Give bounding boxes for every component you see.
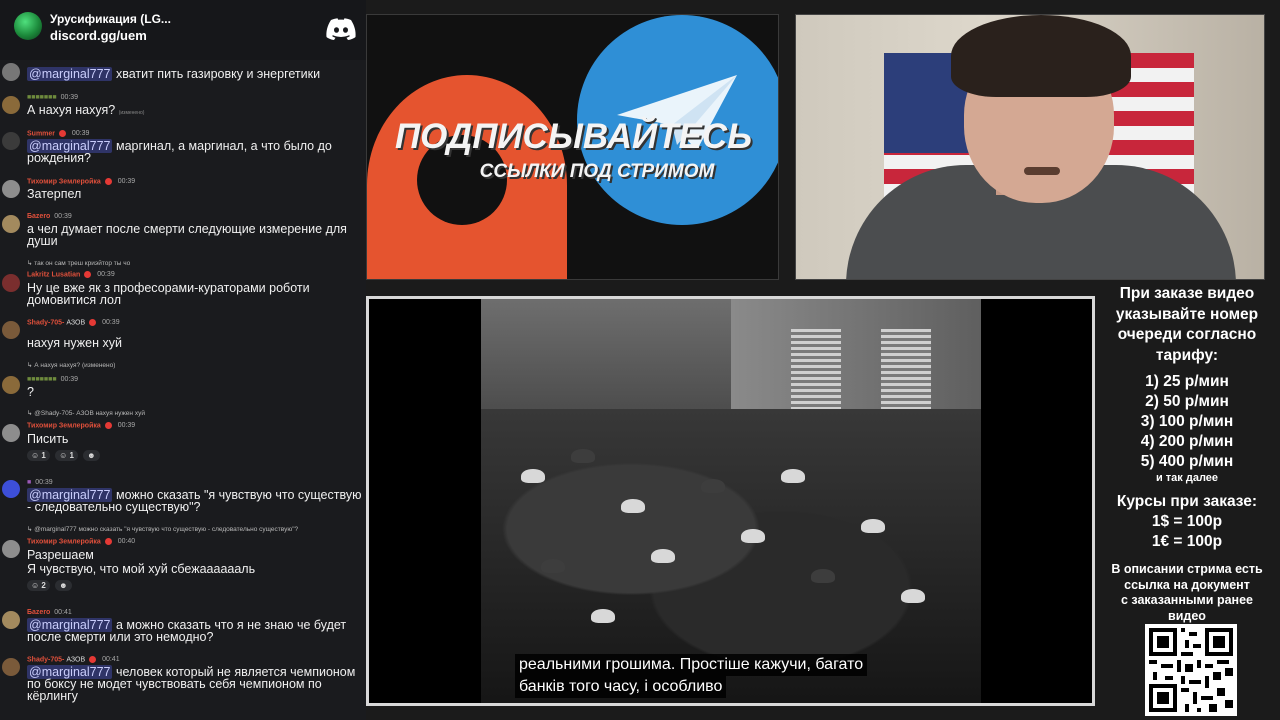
discord-header: Урусификация (LG... discord.gg/uem: [0, 0, 366, 60]
add-reaction-icon[interactable]: ☻: [55, 580, 72, 591]
server-name: Урусификация (LG...: [50, 12, 171, 26]
banner-title: ПОДПИСЫВАЙТЕСЬ: [394, 117, 752, 156]
message-text: Писить: [27, 432, 69, 446]
avatar: [2, 180, 20, 198]
rates-title: Курсы при заказе:: [1116, 493, 1258, 510]
message-text: а чел думает после смерти следующие изме…: [27, 222, 347, 248]
video-player[interactable]: реальними грошима. Простіше кажучи, бага…: [366, 296, 1095, 706]
timestamp: 00:39: [71, 130, 90, 138]
timestamp: 00:40: [117, 538, 136, 546]
person-hair: [951, 15, 1131, 97]
badge-icon: [89, 319, 97, 326]
message-text: хватит пить газировку и энергетики: [115, 67, 321, 81]
timestamp: 00:39: [54, 213, 72, 220]
badge-icon: [104, 422, 112, 429]
timestamp: 00:39: [60, 376, 79, 383]
reply-preview[interactable]: ↳ А нахуя нахуя? (изменено): [27, 361, 115, 369]
avatar: [2, 132, 20, 150]
message-text: Я чувствую, что мой хуй сбежааааааль: [27, 562, 256, 576]
discord-logo-icon: [326, 18, 356, 40]
avatar: [2, 96, 20, 114]
avatar: [2, 376, 20, 394]
badge-icon: [104, 538, 112, 545]
badge-icon: [84, 271, 92, 278]
reactions: ☺ 2 ☻: [27, 580, 75, 591]
avatar: [2, 274, 20, 292]
invite-link[interactable]: discord.gg/uem: [50, 28, 147, 43]
role-tag: АЗОВ: [66, 319, 86, 327]
reaction[interactable]: ☺ 2: [27, 580, 50, 591]
username[interactable]: Тихомир Землеройка: [27, 538, 101, 545]
avatar: [2, 540, 20, 558]
avatar: [2, 480, 20, 498]
avatar: [2, 424, 20, 442]
username[interactable]: Summer: [27, 130, 55, 137]
mention[interactable]: @marginal777: [27, 67, 113, 81]
timestamp: 00:41: [102, 656, 120, 664]
subscribe-banner: ПОДПИСЫВАЙТЕСЬ ССЫЛКИ ПОД СТРИМОМ: [366, 14, 779, 280]
webcam-feed: [795, 14, 1265, 280]
archive-footage: [481, 299, 981, 703]
reaction[interactable]: ☺ 1: [27, 450, 50, 461]
role-tag: АЗОВ: [66, 656, 86, 664]
username[interactable]: Тихомир Землеройка: [27, 422, 101, 429]
reply-preview[interactable]: ↳ @marginal777 можно сказать "я чувствую…: [27, 525, 298, 533]
tariff-etc: и так далее: [1155, 472, 1219, 484]
message-text: нахуя нужен хуй: [27, 336, 122, 350]
username[interactable]: Shady-705-: [27, 319, 64, 326]
add-reaction-icon[interactable]: ☻: [83, 450, 100, 461]
timestamp: 00:39: [97, 271, 115, 279]
timestamp: 00:41: [54, 609, 72, 616]
video-subtitle: реальними грошима. Простіше кажучи, бага…: [515, 654, 945, 698]
username[interactable]: Бazero: [27, 609, 50, 616]
qr-code-icon[interactable]: [1145, 624, 1237, 716]
avatar: [2, 658, 20, 676]
message-text: ?: [27, 385, 34, 399]
message-text: А нахуя нахуя?: [27, 103, 116, 117]
reaction[interactable]: ☺ 1: [55, 450, 78, 461]
description-note: В описании стрима есть ссылка на докумен…: [1111, 562, 1263, 623]
server-icon: [14, 12, 42, 40]
chat-overlay: Урусификация (LG... discord.gg/uem @marg…: [0, 0, 366, 720]
banner-subtitle: ССЫЛКИ ПОД СТРИМОМ: [479, 161, 715, 182]
timestamp: 00:39: [117, 178, 136, 186]
reply-preview[interactable]: ↳ так он сам треш криэйтор ты чо: [27, 259, 130, 267]
rate-usd: 1$ = 100р: [1151, 513, 1223, 530]
reply-preview[interactable]: ↳ @Shady-705- АЗОВ нахуя нужен хуй: [27, 409, 145, 417]
avatar: [2, 321, 20, 339]
avatar: [2, 611, 20, 629]
badge-icon: [58, 130, 66, 137]
edited-note: (изменено): [118, 110, 145, 116]
timestamp: 00:39: [60, 94, 79, 101]
username[interactable]: Бazero: [27, 213, 50, 220]
avatar: [2, 215, 20, 233]
username[interactable]: Shady-705-: [27, 656, 64, 663]
order-instructions: При заказе видео указывайте номер очеред…: [1115, 285, 1259, 364]
avatar: [2, 63, 20, 81]
username[interactable]: Lakritz Lusatian: [27, 271, 80, 278]
tariff-list: 1) 25 р/мин 2) 50 р/мин 3) 100 р/мин 4) …: [1140, 373, 1234, 470]
timestamp: 00:39: [102, 319, 120, 327]
message-text: Разрешаем: [27, 548, 94, 562]
username[interactable]: Тихомир Землеройка: [27, 178, 101, 185]
timestamp: 00:39: [35, 479, 53, 486]
badge-icon: [104, 178, 112, 185]
reactions: ☺ 1 ☺ 1 ☻: [27, 450, 103, 461]
order-info-panel: При заказе видео указывайте номер очеред…: [1100, 284, 1274, 624]
badge-icon: [89, 656, 97, 663]
message-text: Затерпел: [27, 187, 82, 201]
rate-eur: 1€ = 100р: [1151, 533, 1223, 550]
message-text: Ну це вже як з професорами-кураторами ро…: [27, 281, 310, 307]
timestamp: 00:39: [117, 422, 136, 430]
